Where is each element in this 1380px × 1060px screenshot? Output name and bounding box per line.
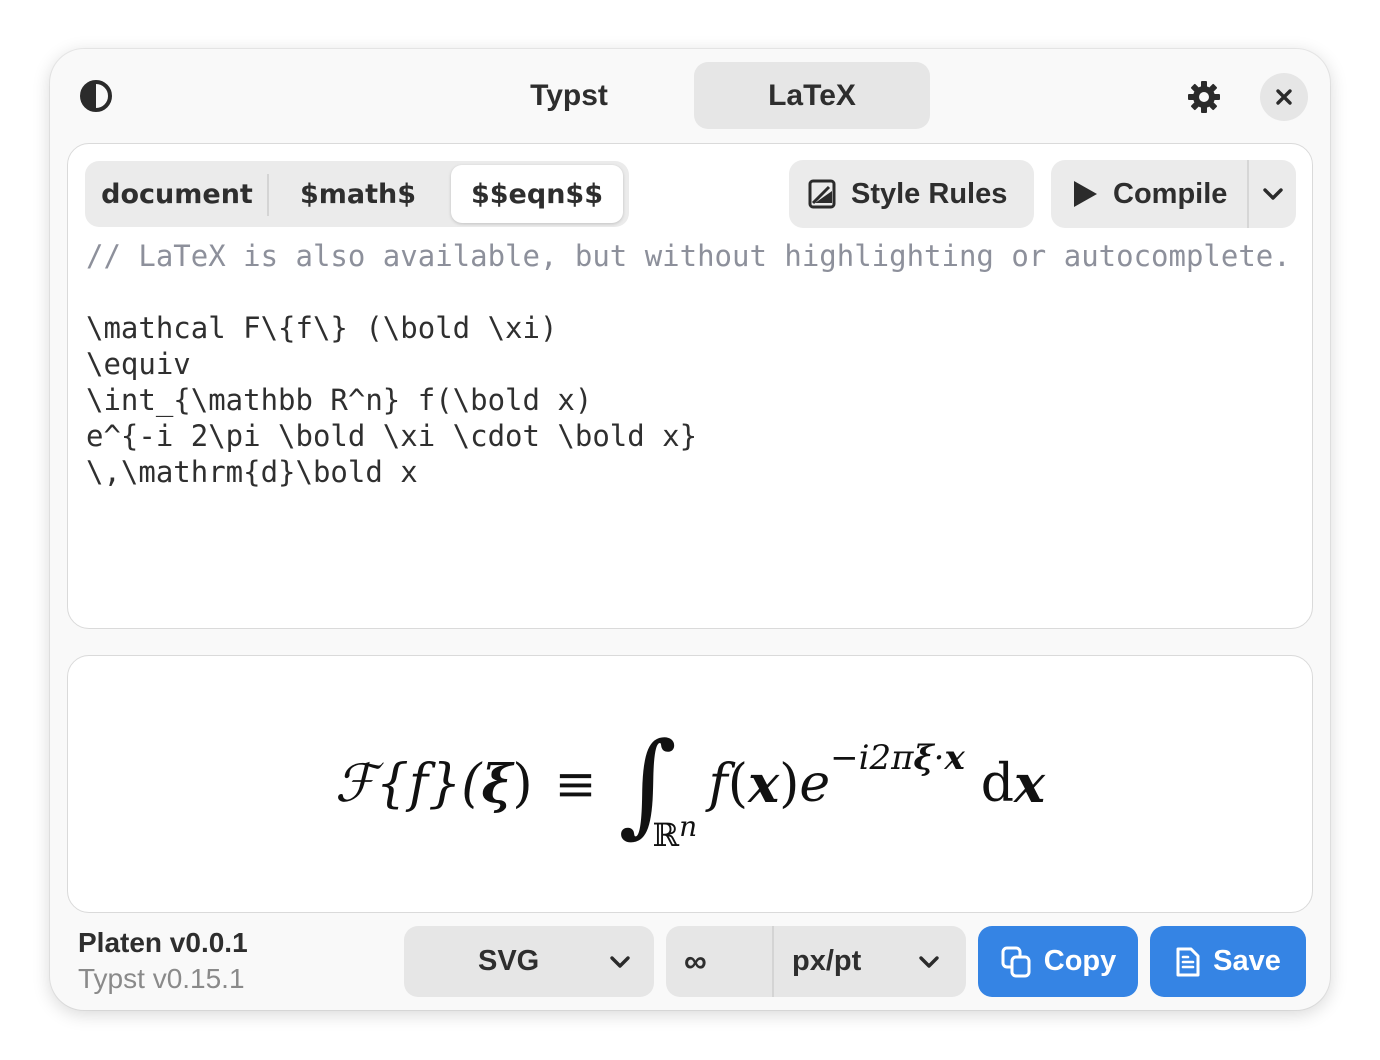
engine-version: Typst v0.15.1 bbox=[78, 963, 245, 994]
gear-icon bbox=[1188, 81, 1220, 113]
editor-panel: document $math$ $$eqn$$ Style Rules Comp… bbox=[67, 143, 1313, 629]
mode-eqn[interactable]: $$eqn$$ bbox=[451, 165, 623, 223]
formula-integrand-f: f bbox=[708, 754, 728, 814]
style-rules-icon bbox=[808, 179, 836, 209]
app-name: Platen v0.0.1 bbox=[78, 927, 248, 958]
play-icon bbox=[1074, 181, 1097, 207]
scale-value: ∞ bbox=[684, 943, 707, 979]
unit-value: px/pt bbox=[792, 945, 862, 977]
code-editor[interactable]: // LaTeX is also available, but without … bbox=[86, 238, 1291, 490]
formula-exponent-dot: · bbox=[933, 738, 945, 778]
contrast-icon bbox=[80, 80, 112, 112]
app-window: Typst LaTeX document $math$ $$eqn$$ Styl… bbox=[50, 49, 1330, 1010]
tab-typst[interactable]: Typst bbox=[451, 62, 687, 129]
formula-exponent: −i2πξ·x bbox=[830, 738, 965, 778]
formula-integrand-x: x bbox=[748, 753, 780, 815]
style-rules-button[interactable]: Style Rules bbox=[789, 160, 1034, 228]
code-line: \int_{\mathbb R^n} f(\bold x) bbox=[86, 383, 593, 417]
copy-label: Copy bbox=[1043, 945, 1117, 977]
chevron-down-icon bbox=[610, 956, 630, 968]
formula-integrand-open: ( bbox=[727, 754, 749, 814]
formula-lhs-arg: {f}( bbox=[375, 754, 482, 814]
compile-button-group: Compile bbox=[1051, 160, 1296, 228]
code-line: e^{-i 2\pi \bold \xi \cdot \bold x} bbox=[86, 419, 698, 453]
compile-button[interactable]: Compile bbox=[1051, 160, 1247, 228]
preview-panel: ℱ {f}( ξ ) ≡ ∫ ℝn f ( x ) e −i2πξ·x d x bbox=[67, 655, 1313, 913]
copy-button[interactable]: Copy bbox=[978, 926, 1138, 997]
formula-domain-r: ℝ bbox=[652, 816, 680, 854]
formula-lhs-close: ) bbox=[512, 754, 533, 814]
formula-domain: ℝn bbox=[652, 810, 698, 854]
formula-diff-d: d bbox=[980, 754, 1015, 814]
close-button[interactable] bbox=[1260, 73, 1308, 121]
save-label: Save bbox=[1213, 945, 1281, 977]
rendered-formula: ℱ {f}( ξ ) ≡ ∫ ℝn f ( x ) e −i2πξ·x d x bbox=[68, 656, 1312, 912]
copy-icon bbox=[1001, 946, 1031, 977]
mode-selector: document $math$ $$eqn$$ bbox=[85, 161, 629, 227]
code-line: \equiv bbox=[86, 347, 191, 381]
chevron-down-icon bbox=[1262, 188, 1283, 200]
formula-integrand-close: ) bbox=[779, 754, 800, 814]
formula-xi: ξ bbox=[481, 753, 513, 815]
scale-unit-group: ∞ px/pt bbox=[666, 926, 966, 997]
compile-options-button[interactable] bbox=[1249, 160, 1296, 228]
formula-diff-x: x bbox=[1014, 753, 1046, 815]
formula-domain-exp: n bbox=[679, 810, 698, 843]
chevron-down-icon bbox=[919, 956, 939, 968]
format-dropdown[interactable]: SVG bbox=[404, 926, 654, 997]
settings-button[interactable] bbox=[1180, 73, 1228, 121]
code-line: \mathcal F\{f\} (\bold \xi) bbox=[86, 311, 558, 345]
unit-dropdown[interactable]: px/pt bbox=[774, 926, 966, 997]
formula-script-f: ℱ bbox=[334, 754, 376, 814]
mode-divider bbox=[267, 174, 269, 216]
theme-toggle-button[interactable] bbox=[74, 74, 118, 118]
formula-integral-group: ∫ ℝn bbox=[619, 714, 705, 854]
code-line: \,\mathrm{d}\bold x bbox=[86, 455, 418, 489]
formula-exponent-xi: ξ bbox=[913, 738, 934, 778]
formula-exp-base: e bbox=[799, 754, 831, 814]
close-icon bbox=[1276, 89, 1292, 105]
format-value: SVG bbox=[478, 945, 540, 977]
formula-exponent-prefix: −i2π bbox=[830, 738, 914, 778]
formula-exponent-x: x bbox=[944, 738, 965, 778]
code-comment: // LaTeX is also available, but without … bbox=[86, 239, 1291, 273]
document-icon bbox=[1176, 947, 1200, 976]
mode-document[interactable]: document bbox=[91, 165, 263, 223]
mode-math[interactable]: $math$ bbox=[273, 165, 443, 223]
save-button[interactable]: Save bbox=[1150, 926, 1306, 997]
compile-label: Compile bbox=[1113, 177, 1228, 210]
tab-latex[interactable]: LaTeX bbox=[694, 62, 930, 129]
style-rules-label: Style Rules bbox=[851, 177, 1008, 210]
scale-input[interactable]: ∞ bbox=[666, 926, 772, 997]
formula-equiv: ≡ bbox=[554, 755, 597, 813]
